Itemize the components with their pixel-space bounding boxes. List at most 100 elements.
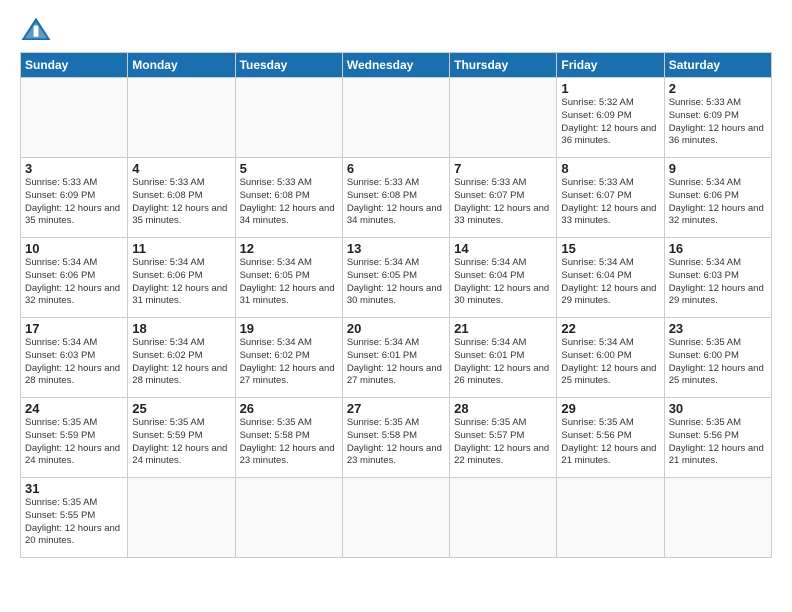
day-number: 1: [561, 81, 659, 96]
header: [20, 16, 772, 44]
calendar-cell: 24Sunrise: 5:35 AM Sunset: 5:59 PM Dayli…: [21, 398, 128, 478]
calendar-cell: 11Sunrise: 5:34 AM Sunset: 6:06 PM Dayli…: [128, 238, 235, 318]
day-number: 9: [669, 161, 767, 176]
day-number: 15: [561, 241, 659, 256]
day-of-week-header: Saturday: [664, 53, 771, 78]
day-of-week-header: Friday: [557, 53, 664, 78]
day-info: Sunrise: 5:34 AM Sunset: 6:04 PM Dayligh…: [454, 257, 552, 308]
day-number: 25: [132, 401, 230, 416]
calendar-cell: 20Sunrise: 5:34 AM Sunset: 6:01 PM Dayli…: [342, 318, 449, 398]
calendar-cell: [664, 478, 771, 558]
calendar-cell: 5Sunrise: 5:33 AM Sunset: 6:08 PM Daylig…: [235, 158, 342, 238]
calendar-cell: 31Sunrise: 5:35 AM Sunset: 5:55 PM Dayli…: [21, 478, 128, 558]
calendar-cell: 23Sunrise: 5:35 AM Sunset: 6:00 PM Dayli…: [664, 318, 771, 398]
calendar-cell: 10Sunrise: 5:34 AM Sunset: 6:06 PM Dayli…: [21, 238, 128, 318]
calendar-cell: 26Sunrise: 5:35 AM Sunset: 5:58 PM Dayli…: [235, 398, 342, 478]
calendar-cell: [21, 78, 128, 158]
day-info: Sunrise: 5:35 AM Sunset: 6:00 PM Dayligh…: [669, 337, 767, 388]
calendar-cell: 30Sunrise: 5:35 AM Sunset: 5:56 PM Dayli…: [664, 398, 771, 478]
day-number: 27: [347, 401, 445, 416]
calendar-cell: 25Sunrise: 5:35 AM Sunset: 5:59 PM Dayli…: [128, 398, 235, 478]
day-number: 31: [25, 481, 123, 496]
day-info: Sunrise: 5:34 AM Sunset: 6:02 PM Dayligh…: [240, 337, 338, 388]
day-info: Sunrise: 5:34 AM Sunset: 6:02 PM Dayligh…: [132, 337, 230, 388]
day-number: 3: [25, 161, 123, 176]
day-info: Sunrise: 5:33 AM Sunset: 6:08 PM Dayligh…: [347, 177, 445, 228]
day-info: Sunrise: 5:33 AM Sunset: 6:08 PM Dayligh…: [240, 177, 338, 228]
day-info: Sunrise: 5:35 AM Sunset: 5:59 PM Dayligh…: [25, 417, 123, 468]
day-number: 2: [669, 81, 767, 96]
day-number: 21: [454, 321, 552, 336]
day-number: 30: [669, 401, 767, 416]
page: SundayMondayTuesdayWednesdayThursdayFrid…: [0, 0, 792, 568]
day-info: Sunrise: 5:33 AM Sunset: 6:09 PM Dayligh…: [669, 97, 767, 148]
calendar-cell: 2Sunrise: 5:33 AM Sunset: 6:09 PM Daylig…: [664, 78, 771, 158]
day-of-week-header: Thursday: [450, 53, 557, 78]
calendar-cell: 12Sunrise: 5:34 AM Sunset: 6:05 PM Dayli…: [235, 238, 342, 318]
day-info: Sunrise: 5:35 AM Sunset: 5:57 PM Dayligh…: [454, 417, 552, 468]
calendar-cell: 14Sunrise: 5:34 AM Sunset: 6:04 PM Dayli…: [450, 238, 557, 318]
day-number: 12: [240, 241, 338, 256]
calendar-cell: 1Sunrise: 5:32 AM Sunset: 6:09 PM Daylig…: [557, 78, 664, 158]
calendar-cell: 28Sunrise: 5:35 AM Sunset: 5:57 PM Dayli…: [450, 398, 557, 478]
calendar-cell: 15Sunrise: 5:34 AM Sunset: 6:04 PM Dayli…: [557, 238, 664, 318]
day-number: 28: [454, 401, 552, 416]
day-info: Sunrise: 5:34 AM Sunset: 6:04 PM Dayligh…: [561, 257, 659, 308]
day-number: 10: [25, 241, 123, 256]
calendar-cell: 13Sunrise: 5:34 AM Sunset: 6:05 PM Dayli…: [342, 238, 449, 318]
day-info: Sunrise: 5:34 AM Sunset: 6:06 PM Dayligh…: [669, 177, 767, 228]
day-number: 13: [347, 241, 445, 256]
day-info: Sunrise: 5:34 AM Sunset: 6:06 PM Dayligh…: [132, 257, 230, 308]
day-number: 4: [132, 161, 230, 176]
day-number: 22: [561, 321, 659, 336]
day-info: Sunrise: 5:34 AM Sunset: 6:03 PM Dayligh…: [669, 257, 767, 308]
calendar-cell: 21Sunrise: 5:34 AM Sunset: 6:01 PM Dayli…: [450, 318, 557, 398]
day-number: 24: [25, 401, 123, 416]
day-number: 20: [347, 321, 445, 336]
day-number: 29: [561, 401, 659, 416]
day-info: Sunrise: 5:34 AM Sunset: 6:06 PM Dayligh…: [25, 257, 123, 308]
day-info: Sunrise: 5:35 AM Sunset: 5:58 PM Dayligh…: [347, 417, 445, 468]
day-number: 26: [240, 401, 338, 416]
day-info: Sunrise: 5:35 AM Sunset: 5:55 PM Dayligh…: [25, 497, 123, 548]
calendar-cell: 19Sunrise: 5:34 AM Sunset: 6:02 PM Dayli…: [235, 318, 342, 398]
calendar-cell: [557, 478, 664, 558]
day-info: Sunrise: 5:34 AM Sunset: 6:00 PM Dayligh…: [561, 337, 659, 388]
calendar-cell: 16Sunrise: 5:34 AM Sunset: 6:03 PM Dayli…: [664, 238, 771, 318]
day-info: Sunrise: 5:35 AM Sunset: 5:58 PM Dayligh…: [240, 417, 338, 468]
logo: [20, 16, 56, 44]
calendar-cell: [450, 478, 557, 558]
day-of-week-header: Monday: [128, 53, 235, 78]
day-info: Sunrise: 5:35 AM Sunset: 5:59 PM Dayligh…: [132, 417, 230, 468]
day-info: Sunrise: 5:33 AM Sunset: 6:08 PM Dayligh…: [132, 177, 230, 228]
day-of-week-header: Tuesday: [235, 53, 342, 78]
day-info: Sunrise: 5:35 AM Sunset: 5:56 PM Dayligh…: [669, 417, 767, 468]
calendar-cell: [235, 478, 342, 558]
day-of-week-header: Sunday: [21, 53, 128, 78]
day-info: Sunrise: 5:33 AM Sunset: 6:07 PM Dayligh…: [454, 177, 552, 228]
day-number: 11: [132, 241, 230, 256]
calendar-cell: 27Sunrise: 5:35 AM Sunset: 5:58 PM Dayli…: [342, 398, 449, 478]
day-info: Sunrise: 5:34 AM Sunset: 6:03 PM Dayligh…: [25, 337, 123, 388]
calendar-cell: 4Sunrise: 5:33 AM Sunset: 6:08 PM Daylig…: [128, 158, 235, 238]
day-number: 8: [561, 161, 659, 176]
day-number: 17: [25, 321, 123, 336]
calendar-cell: 7Sunrise: 5:33 AM Sunset: 6:07 PM Daylig…: [450, 158, 557, 238]
day-info: Sunrise: 5:34 AM Sunset: 6:05 PM Dayligh…: [240, 257, 338, 308]
day-number: 6: [347, 161, 445, 176]
calendar-cell: [128, 78, 235, 158]
calendar-cell: 18Sunrise: 5:34 AM Sunset: 6:02 PM Dayli…: [128, 318, 235, 398]
calendar-cell: 17Sunrise: 5:34 AM Sunset: 6:03 PM Dayli…: [21, 318, 128, 398]
day-info: Sunrise: 5:35 AM Sunset: 5:56 PM Dayligh…: [561, 417, 659, 468]
day-info: Sunrise: 5:32 AM Sunset: 6:09 PM Dayligh…: [561, 97, 659, 148]
day-number: 7: [454, 161, 552, 176]
calendar-cell: [128, 478, 235, 558]
day-number: 23: [669, 321, 767, 336]
day-number: 14: [454, 241, 552, 256]
calendar-cell: [235, 78, 342, 158]
calendar-cell: [450, 78, 557, 158]
calendar-cell: 6Sunrise: 5:33 AM Sunset: 6:08 PM Daylig…: [342, 158, 449, 238]
day-info: Sunrise: 5:34 AM Sunset: 6:05 PM Dayligh…: [347, 257, 445, 308]
day-info: Sunrise: 5:33 AM Sunset: 6:09 PM Dayligh…: [25, 177, 123, 228]
calendar-cell: 9Sunrise: 5:34 AM Sunset: 6:06 PM Daylig…: [664, 158, 771, 238]
